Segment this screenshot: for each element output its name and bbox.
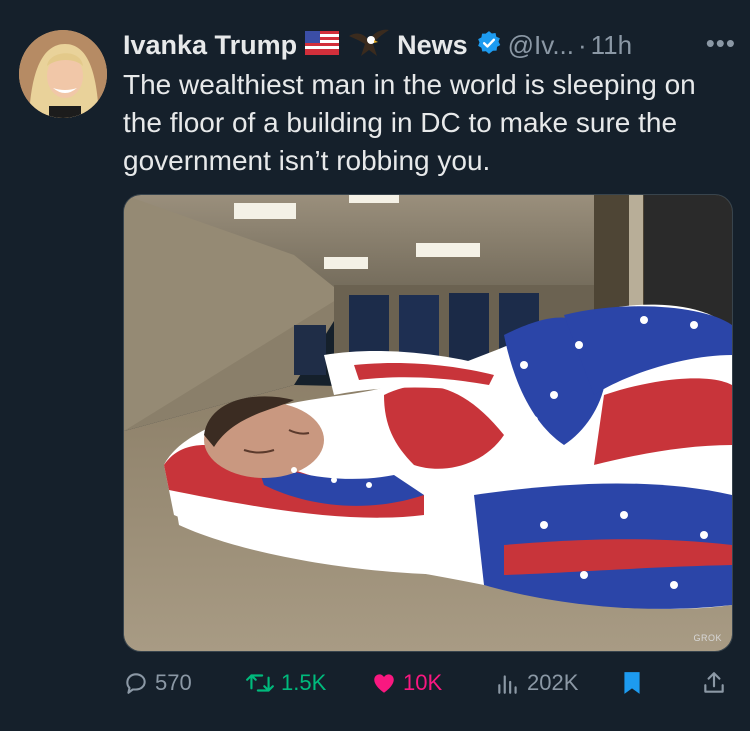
grok-watermark: GROK — [693, 633, 722, 643]
eagle-icon — [347, 26, 391, 65]
timestamp[interactable]: 11h — [591, 30, 632, 61]
display-name[interactable]: Ivanka Trump — [123, 30, 297, 61]
tweet-text: The wealthiest man in the world is sleep… — [123, 69, 696, 176]
reply-icon — [126, 673, 146, 694]
repost-icon — [246, 674, 274, 692]
avatar[interactable] — [19, 30, 107, 118]
avatar-image — [19, 30, 107, 118]
heart-icon — [374, 674, 394, 693]
views-icon — [498, 675, 517, 694]
tweet-media[interactable]: GROK — [123, 194, 733, 652]
separator-dot: · — [577, 29, 587, 60]
like-button[interactable]: 10K — [371, 670, 442, 696]
view-count: 202K — [527, 670, 579, 695]
repost-count: 1.5K — [281, 670, 327, 695]
verified-badge-icon — [476, 30, 502, 61]
share-button[interactable] — [701, 670, 733, 696]
bookmark-button[interactable] — [621, 670, 649, 696]
more-options-icon[interactable]: ••• — [706, 28, 736, 59]
reply-button[interactable]: 570 — [123, 670, 192, 696]
share-icon — [704, 672, 724, 693]
bookmark-icon — [624, 672, 640, 694]
views-button[interactable]: 202K — [495, 670, 578, 696]
repost-button[interactable]: 1.5K — [245, 670, 326, 696]
tweet-header: Ivanka Trump News @Iv... · 11h ••• — [123, 26, 736, 64]
reply-count: 570 — [155, 670, 192, 695]
news-label: News — [397, 29, 468, 60]
handle[interactable]: @Iv... — [508, 30, 574, 61]
us-flag-icon — [305, 30, 340, 60]
like-count: 10K — [403, 670, 443, 695]
action-bar: 570 1.5K 10K 202K — [123, 670, 731, 704]
media-image — [124, 195, 732, 651]
